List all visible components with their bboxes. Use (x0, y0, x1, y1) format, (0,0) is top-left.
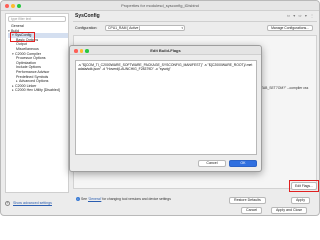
manage-configurations-button[interactable]: Manage Configurations... (267, 25, 313, 31)
apply-button[interactable]: Apply (291, 197, 310, 204)
navigation-arrows-icon[interactable]: ⇦ ▾ ⇨ ▾ ⋮ (287, 13, 315, 18)
build-flags-textarea[interactable]: -s "${COM_TI_C2000WARE_SOFTWARE_PACKAGE_… (75, 60, 257, 155)
property-tree-pane: type filter text General ▾Build ▾SysConf… (5, 13, 69, 193)
configuration-select[interactable]: CPU1_RAM [ Active ] ▾ (105, 25, 185, 31)
tree-item-label: Build (11, 28, 19, 33)
tree-item-label: Include Options (16, 65, 41, 70)
tree-item-label: Basic Options (16, 37, 39, 42)
show-advanced-link[interactable]: Show advanced settings (13, 201, 52, 205)
configuration-value: CPU1_RAM [ Active ] (108, 26, 141, 30)
zoom-window-icon[interactable] (85, 49, 89, 53)
general-link[interactable]: 'General' (88, 197, 101, 201)
edit-build-flags-dialog: Edit Build-Flags -s "${COM_TI_C2000WARE_… (69, 45, 262, 172)
tree-item-label: Optimization (16, 60, 36, 65)
info-text-prefix: See (81, 197, 88, 201)
divider (73, 21, 317, 22)
zoom-window-icon[interactable] (17, 4, 21, 8)
dialog-ok-button[interactable]: OK (229, 160, 257, 167)
tree-item-label: Predefined Symbols (16, 74, 49, 79)
command-preview-text: TAB_SET7OM?" --compiler css (261, 86, 309, 90)
tree-item-label: C2000 Linker (15, 83, 37, 88)
tree-item-label: SysConfig (15, 33, 32, 38)
page-title: SysConfig (75, 13, 100, 19)
help-icon[interactable]: ? (5, 201, 10, 206)
configuration-row: Configuration: CPU1_RAM [ Active ] ▾ Man… (75, 25, 315, 32)
show-advanced-settings[interactable]: Show advanced settings (13, 201, 52, 205)
close-window-icon[interactable] (5, 4, 9, 8)
edit-flags-button[interactable]: Edit Flags... (291, 182, 317, 190)
dialog-cancel-button[interactable]: Cancel (198, 160, 226, 167)
restore-defaults-button[interactable]: Restore Defaults (229, 197, 266, 204)
property-tree: General ▾Build ▾SysConfig Basic Options … (6, 24, 68, 93)
tool-version-info: i See 'General' for changing tool version… (76, 197, 171, 202)
window-title: Properties for modulesd_sysconfig_iDisbi… (121, 3, 199, 8)
cancel-button[interactable]: Cancel (241, 207, 263, 214)
tree-item-c2000-hex-utility[interactable]: ▸C2000 Hex Utility [Disabled] (8, 88, 68, 93)
apply-and-close-button[interactable]: Apply and Close (271, 207, 308, 214)
close-window-icon[interactable] (74, 49, 78, 53)
tree-item-label: General (11, 24, 24, 28)
tree-item-label: Output (16, 42, 27, 47)
info-icon: i (76, 197, 80, 202)
chevron-down-icon: ▾ (181, 26, 183, 30)
window-controls (5, 4, 21, 8)
tree-item-label: Performance Advisor (16, 69, 50, 74)
tree-item-label: Processor Options (16, 56, 46, 61)
minimize-window-icon[interactable] (11, 4, 15, 8)
title-bar: Properties for modulesd_sysconfig_iDisbi… (1, 1, 319, 11)
info-text-suffix: for changing tool versions and device se… (101, 197, 171, 201)
dialog-title: Edit Build-Flags (150, 48, 181, 53)
tree-item-label: C2000 Hex Utility [Disabled] (15, 88, 60, 93)
minimize-window-icon[interactable] (79, 49, 83, 53)
filter-input[interactable]: type filter text (8, 16, 66, 22)
configuration-label: Configuration: (75, 26, 98, 30)
dialog-window-controls (74, 49, 89, 53)
tree-item-label: Miscellaneous (16, 46, 39, 51)
dialog-title-bar: Edit Build-Flags (70, 46, 261, 55)
tree-item-label: C2000 Compiler (15, 51, 41, 56)
tree-item-label: Advanced Options (19, 79, 49, 84)
